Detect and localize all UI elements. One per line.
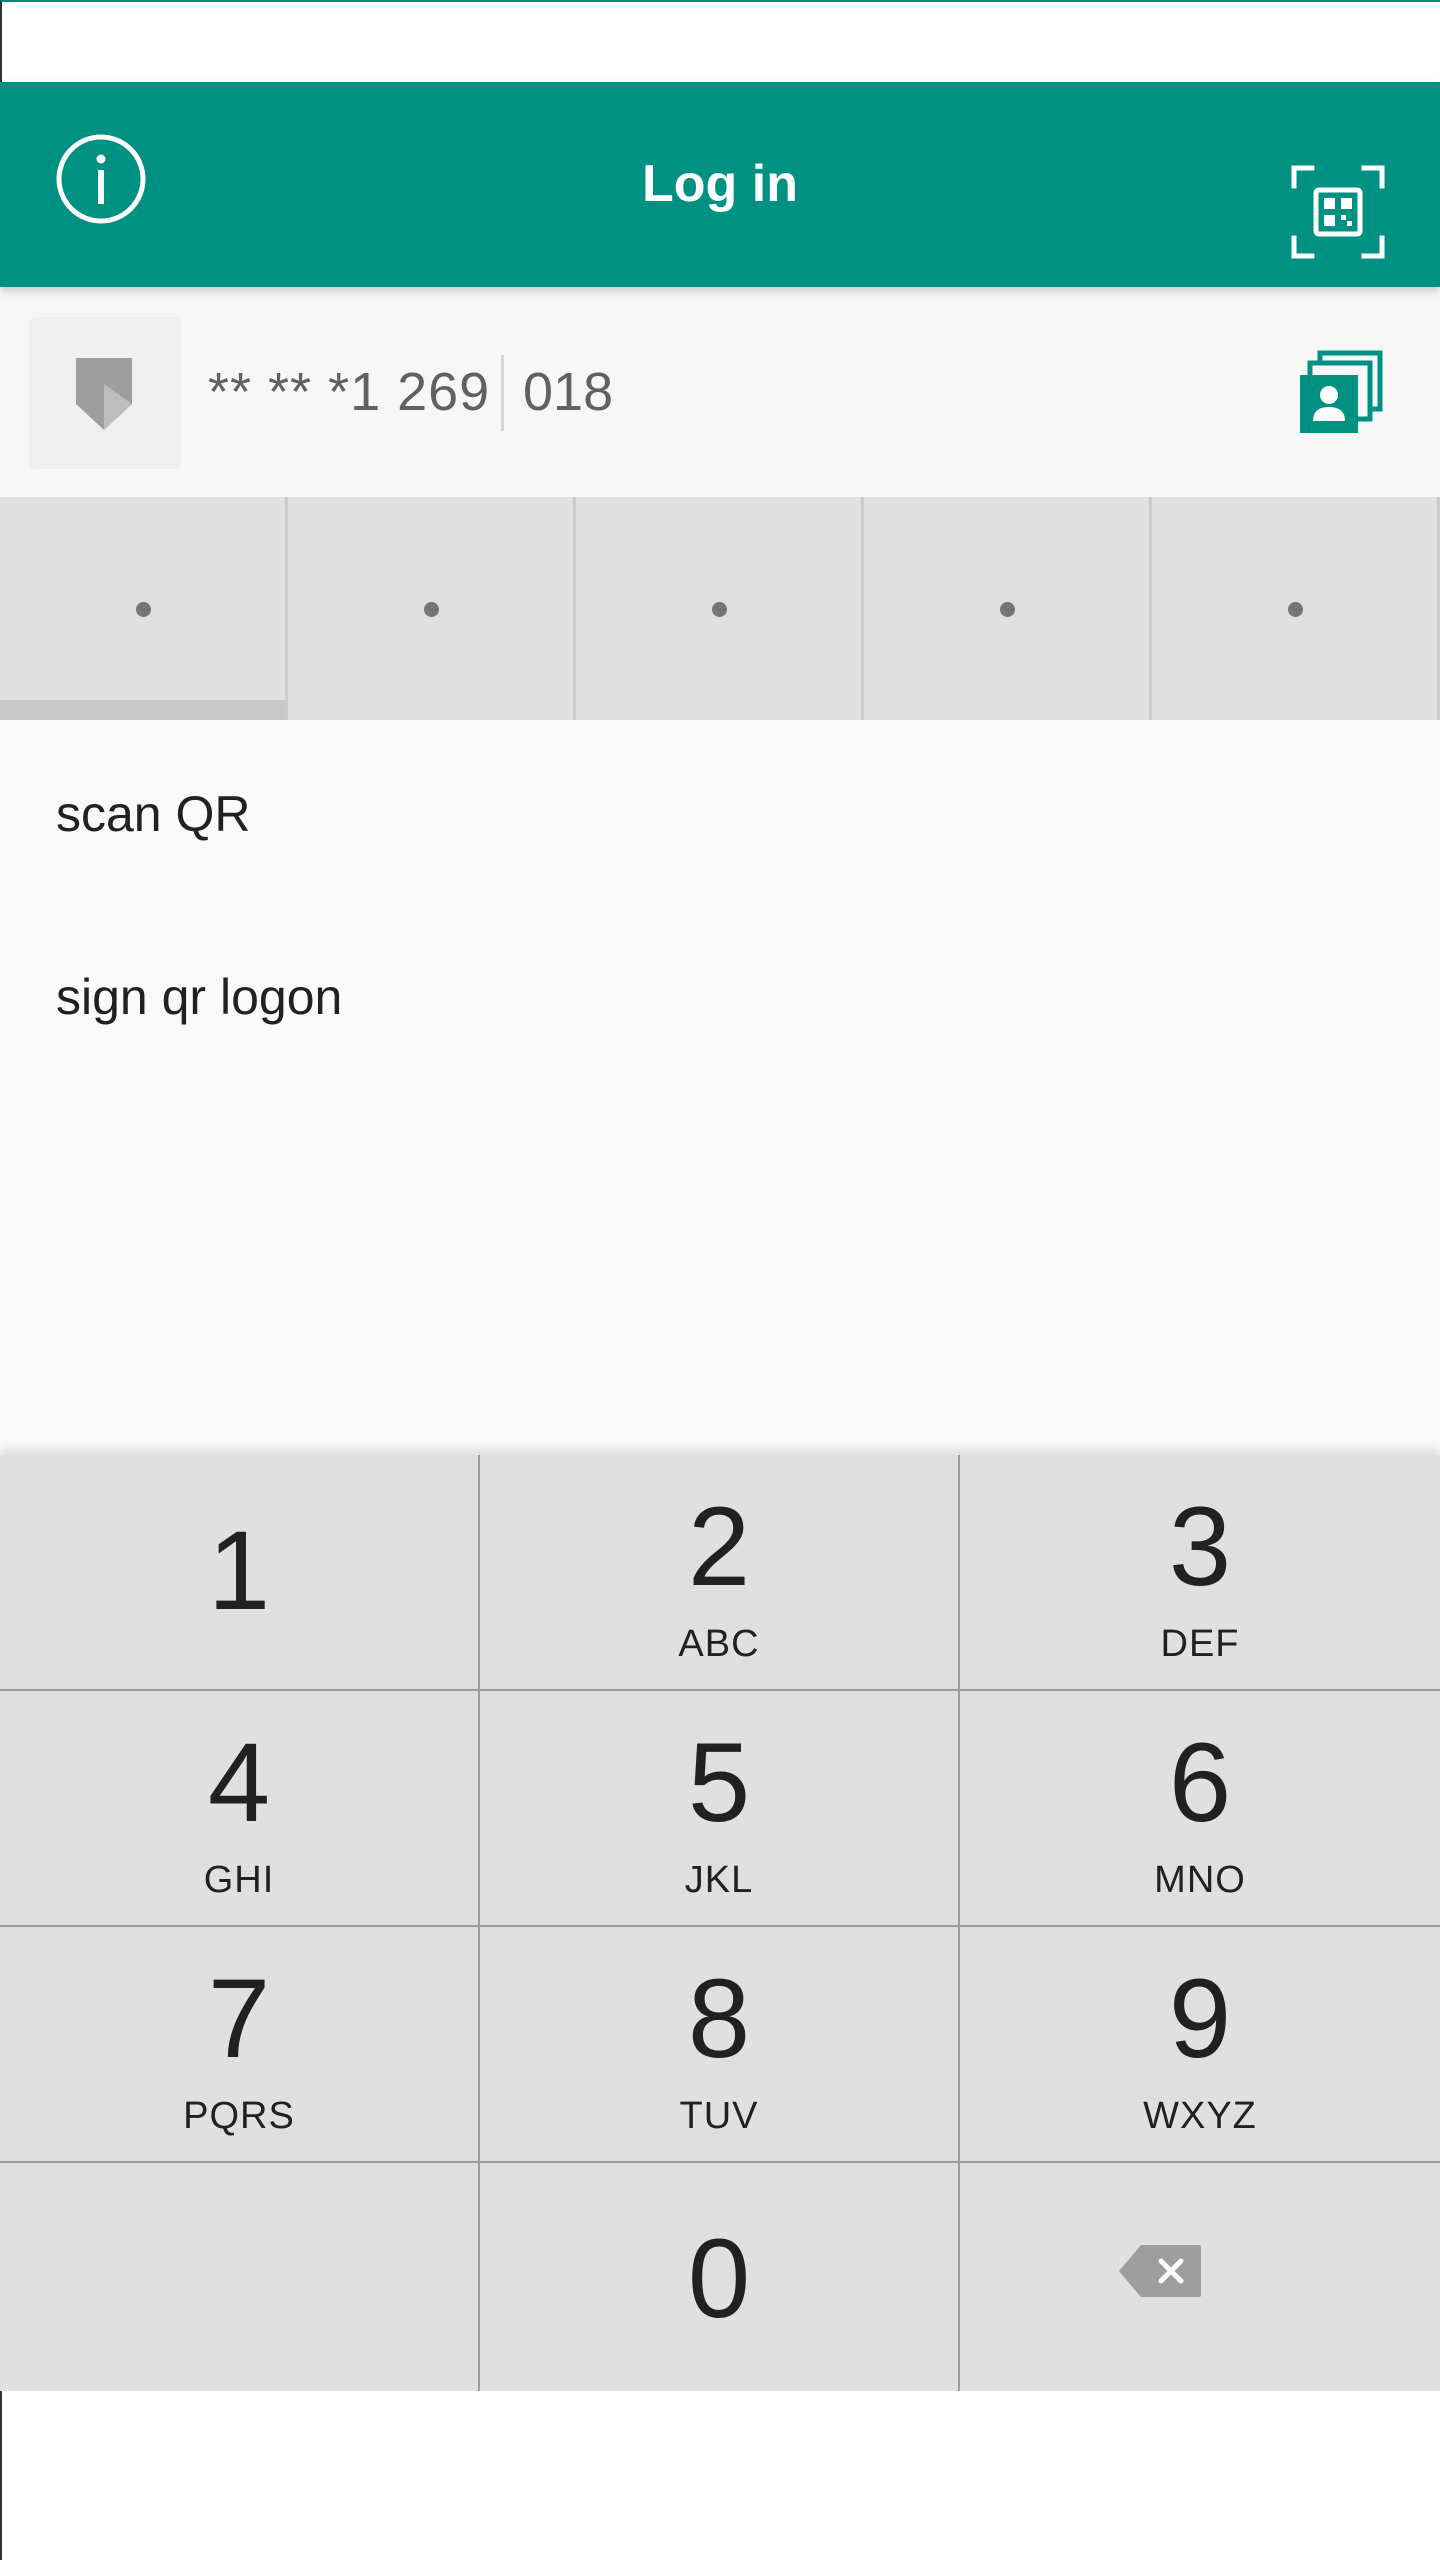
key-7[interactable]: 7 PQRS — [0, 1927, 480, 2163]
page-title: Log in — [642, 155, 798, 213]
pin-dot — [423, 601, 439, 617]
switch-account-button[interactable] — [1296, 347, 1386, 437]
key-digit: 6 — [1168, 1720, 1232, 1845]
key-8[interactable]: 8 TUV — [480, 1927, 960, 2163]
key-digit: 7 — [207, 1956, 271, 2081]
key-digit: 5 — [687, 1720, 751, 1845]
key-9[interactable]: 9 WXYZ — [960, 1927, 1440, 2163]
key-digit: 9 — [1168, 1956, 1232, 2081]
key-digit: 0 — [687, 2216, 751, 2341]
key-0[interactable]: 0 — [480, 2163, 960, 2391]
key-2[interactable]: 2 ABC — [480, 1455, 960, 1691]
key-1[interactable]: 1 — [0, 1455, 480, 1691]
pin-entry[interactable] — [0, 497, 1440, 720]
key-letters: MNO — [1154, 1859, 1246, 1901]
key-letters: DEF — [1160, 1623, 1240, 1665]
pin-digit-4[interactable] — [864, 497, 1152, 720]
key-digit: 2 — [687, 1484, 751, 1609]
key-digit: 8 — [687, 1956, 751, 2081]
sign-qr-logon-link[interactable]: sign qr logon — [56, 968, 342, 1026]
key-letters: WXYZ — [1143, 2095, 1257, 2137]
key-digit: 1 — [207, 1508, 271, 1633]
key-6[interactable]: 6 MNO — [960, 1691, 1440, 1927]
scan-qr-link[interactable]: scan QR — [56, 785, 251, 843]
key-letters: GHI — [203, 1859, 275, 1901]
key-letters: TUV — [679, 2095, 759, 2137]
pin-dot — [711, 601, 727, 617]
account-suffix: 018 — [523, 362, 614, 422]
account-selector[interactable]: ** ** *1 269 018 — [0, 287, 1440, 497]
key-3[interactable]: 3 DEF — [960, 1455, 1440, 1691]
account-number: ** ** *1 269 — [208, 362, 491, 422]
key-digit: 4 — [207, 1720, 271, 1845]
scan-qr-button[interactable] — [1290, 164, 1386, 260]
bottom-area — [0, 2391, 1440, 2560]
numeric-keypad: 1 2 ABC 3 DEF 4 GHI 5 JKL 6 MNO 7 PQRS 8… — [0, 1455, 1440, 2391]
key-5[interactable]: 5 JKL — [480, 1691, 960, 1927]
shield-tile — [29, 317, 181, 469]
shield-icon — [76, 358, 132, 430]
pin-digit-3[interactable] — [576, 497, 864, 720]
account-divider — [501, 355, 504, 431]
key-4[interactable]: 4 GHI — [0, 1691, 480, 1927]
backspace-icon — [1119, 2245, 1201, 2297]
qr-scan-icon — [1291, 165, 1385, 259]
status-bar — [0, 0, 1440, 82]
accounts-stack-icon — [1300, 350, 1383, 433]
pin-digit-1[interactable] — [0, 497, 288, 720]
pin-dot — [1287, 601, 1303, 617]
key-letters: ABC — [678, 1623, 760, 1665]
key-empty — [0, 2163, 480, 2391]
pin-dot — [135, 601, 151, 617]
pin-dot — [999, 601, 1015, 617]
login-screen: Log in ** ** *1 269 018 scan QR sign qr … — [0, 0, 1440, 2560]
key-digit: 3 — [1168, 1484, 1232, 1609]
pin-digit-2[interactable] — [288, 497, 576, 720]
pin-digit-5[interactable] — [1152, 497, 1440, 720]
key-letters: JKL — [684, 1859, 754, 1901]
app-bar: Log in — [0, 82, 1440, 287]
key-letters: PQRS — [183, 2095, 295, 2137]
backspace-key[interactable] — [960, 2163, 1440, 2391]
